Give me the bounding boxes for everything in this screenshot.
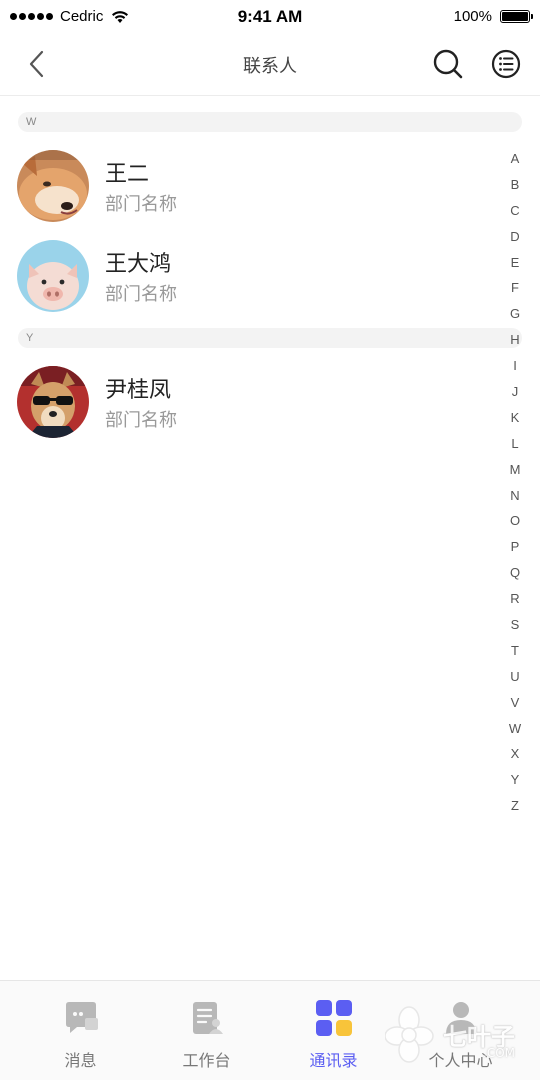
index-letter-l[interactable]: L [502,431,528,457]
section-header-w: W [18,112,522,132]
index-letter-w[interactable]: W [502,716,528,742]
contact-name: 王二 [105,162,150,187]
search-icon [433,49,463,79]
status-bar: Cedric 9:41 AM 100% [0,0,540,34]
contact-name: 尹桂凤 [105,378,172,403]
workbench-icon [188,999,226,1037]
index-letter-a[interactable]: A [502,146,528,172]
contact-list-item[interactable]: 尹桂凤 部门名称 [0,358,500,448]
index-letter-u[interactable]: U [502,664,528,690]
index-letter-g[interactable]: G [502,301,528,327]
message-icon [62,999,100,1037]
piglet-avatar [17,240,89,312]
contact-name: 王大鸿 [105,252,172,277]
section-header-y: Y [18,328,522,348]
index-letter-j[interactable]: J [502,379,528,405]
tab-messages[interactable]: 消息 [13,981,148,1080]
index-letter-e[interactable]: E [502,250,528,276]
tab-workbench[interactable]: 工作台 [139,981,274,1080]
contact-department: 部门名称 [105,194,177,215]
list-menu-button[interactable] [486,44,526,84]
alphabet-index[interactable]: ABCDEFGHIJKLMNOPQRSTUVWXYZ [502,146,528,819]
index-letter-h[interactable]: H [502,327,528,353]
watermark-logo: 七叶子 .COM [384,1002,535,1068]
index-letter-r[interactable]: R [502,586,528,612]
watermark-subtext: .COM [483,1046,515,1060]
index-letter-z[interactable]: Z [502,793,528,819]
index-letter-k[interactable]: K [502,405,528,431]
contact-department: 部门名称 [105,284,177,305]
list-menu-icon [491,49,521,79]
index-letter-d[interactable]: D [502,224,528,250]
index-letter-t[interactable]: T [502,638,528,664]
index-letter-i[interactable]: I [502,353,528,379]
tab-label: 消息 [64,1051,97,1070]
index-letter-s[interactable]: S [502,612,528,638]
index-letter-b[interactable]: B [502,172,528,198]
index-letter-v[interactable]: V [502,690,528,716]
index-letter-n[interactable]: N [502,483,528,509]
tab-label: 工作台 [182,1051,231,1070]
navigation-bar: 联系人 [0,34,540,96]
shiba-dog-avatar [17,150,89,222]
index-letter-p[interactable]: P [502,534,528,560]
index-letter-q[interactable]: Q [502,560,528,586]
index-letter-f[interactable]: F [502,275,528,301]
tab-label: 通讯录 [309,1051,358,1070]
battery-icon [500,10,533,23]
contact-list-item[interactable]: 王大鸿 部门名称 [0,232,500,322]
index-letter-y[interactable]: Y [502,767,528,793]
index-letter-o[interactable]: O [502,508,528,534]
battery-percent: 100% [453,8,492,25]
dog-with-sunglasses-avatar [17,366,89,438]
index-letter-c[interactable]: C [502,198,528,224]
contacts-grid-icon [315,999,353,1037]
contact-department: 部门名称 [105,410,177,431]
tab-contacts[interactable]: 通讯录 [266,981,401,1080]
index-letter-m[interactable]: M [502,457,528,483]
status-bar-right: 100% [453,8,533,25]
contact-list-item[interactable]: 王二 部门名称 [0,142,500,232]
index-letter-x[interactable]: X [502,741,528,767]
search-button[interactable] [428,44,468,84]
